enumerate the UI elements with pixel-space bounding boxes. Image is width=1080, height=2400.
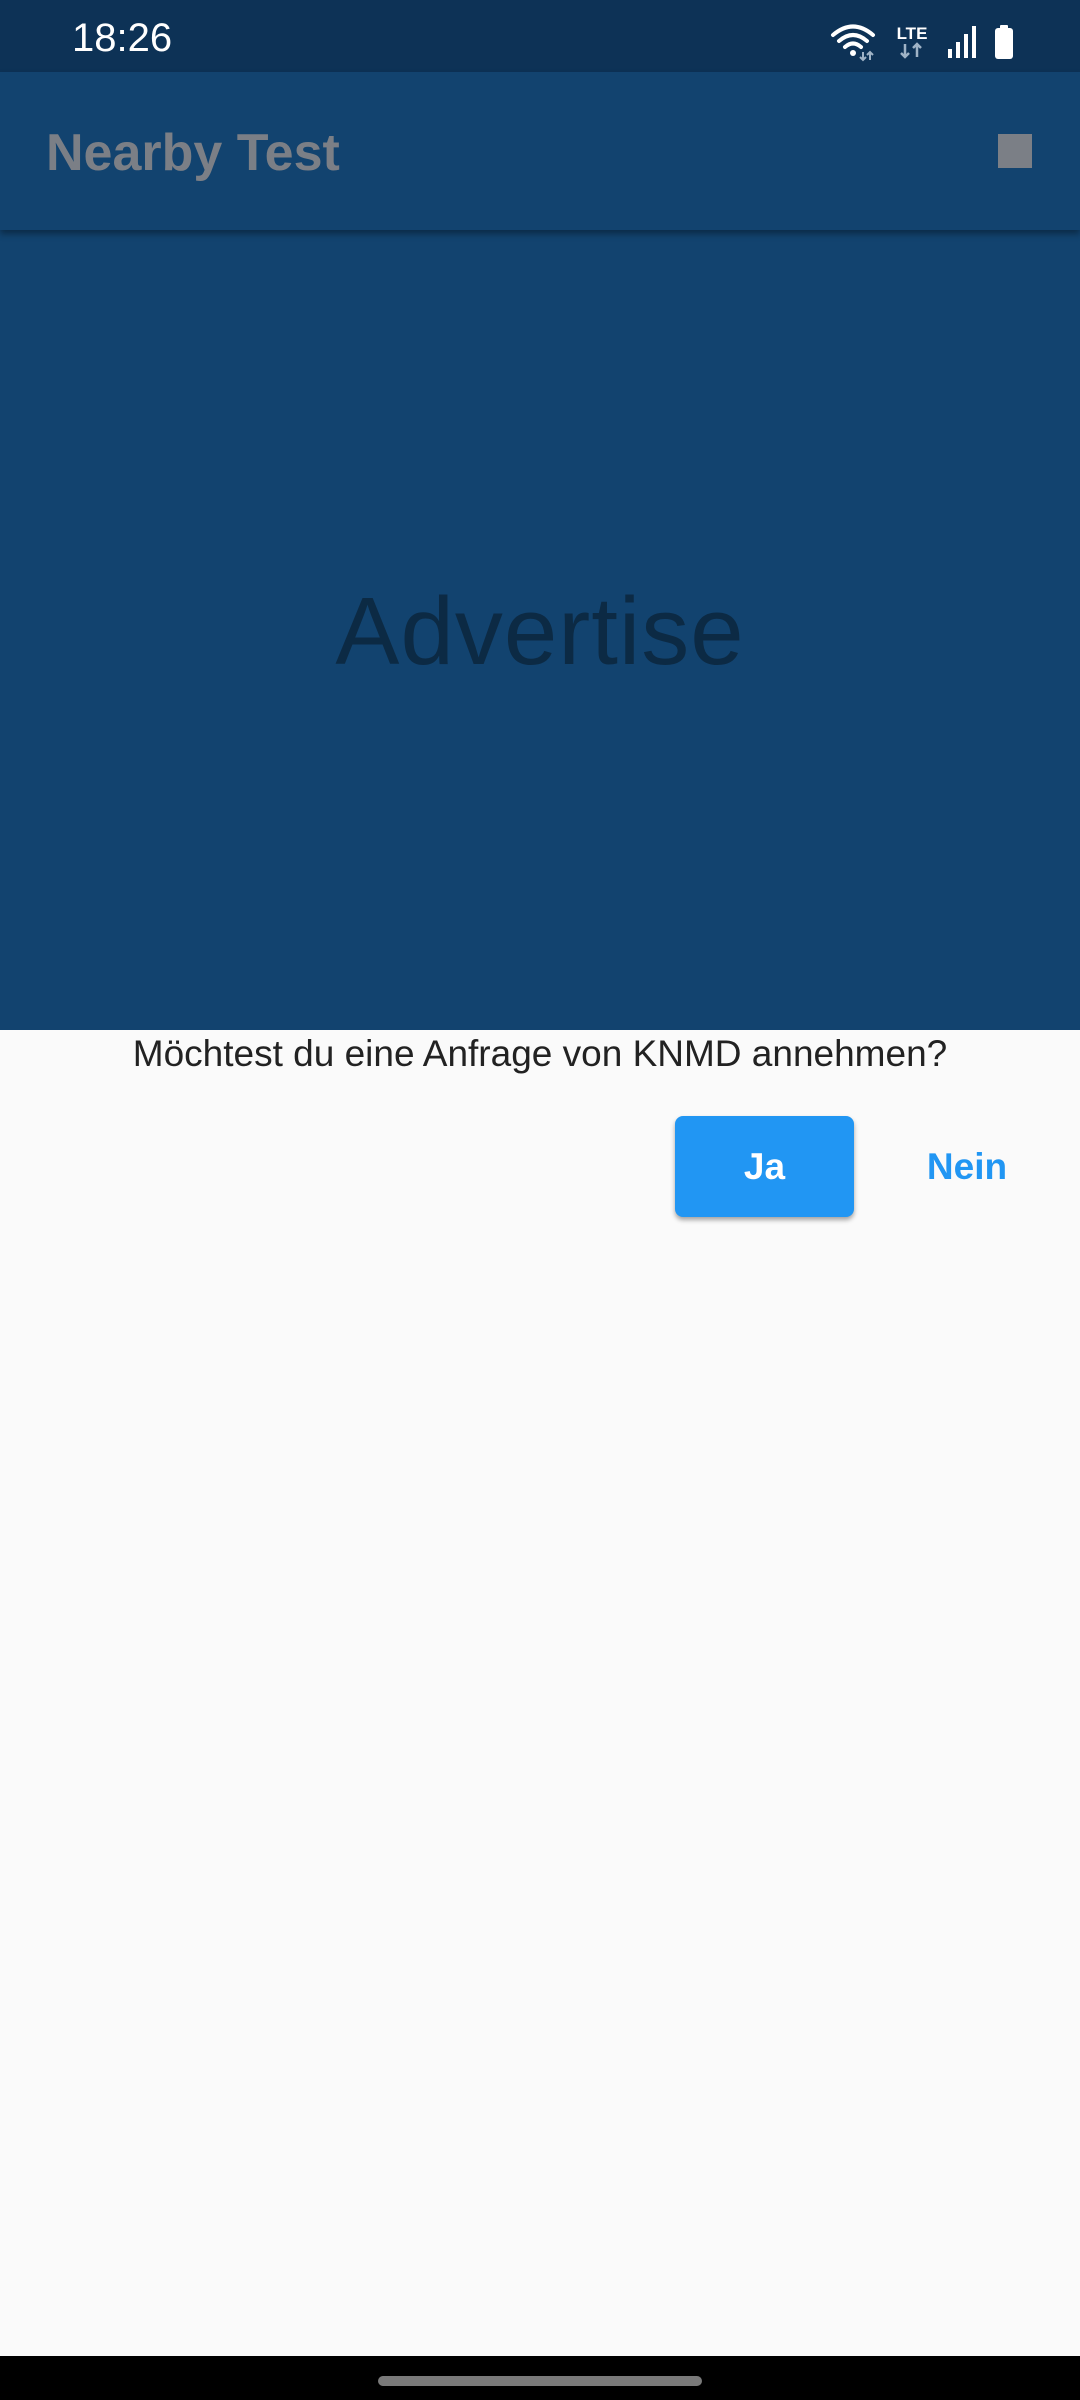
decline-button[interactable]: Nein xyxy=(890,1116,1044,1217)
lte-label: LTE xyxy=(897,24,928,43)
battery-icon xyxy=(995,25,1013,59)
accept-button-label: Ja xyxy=(743,1145,786,1187)
signal-icon xyxy=(948,26,976,58)
decline-button-label: Nein xyxy=(926,1145,1008,1187)
stop-button[interactable] xyxy=(950,110,1080,192)
status-time: 18:26 xyxy=(72,16,173,60)
connection-request-question: Möchtest du eine Anfrage von KNMD annehm… xyxy=(132,1033,948,1074)
wifi-icon xyxy=(831,24,875,62)
lte-icon: LTE xyxy=(897,24,928,59)
stop-icon xyxy=(998,134,1032,168)
navigation-bar xyxy=(0,2356,1080,2400)
app-title: Nearby Test xyxy=(46,124,340,182)
app-bar: Nearby Test xyxy=(0,72,1080,230)
advertise-banner: Advertise xyxy=(0,230,1080,1030)
accept-button[interactable]: Ja xyxy=(675,1116,854,1217)
status-bar: 18:26 LTE xyxy=(0,0,1080,72)
home-indicator[interactable] xyxy=(378,2376,702,2386)
status-icons: LTE xyxy=(830,22,1016,62)
advertise-label: Advertise xyxy=(335,578,745,685)
